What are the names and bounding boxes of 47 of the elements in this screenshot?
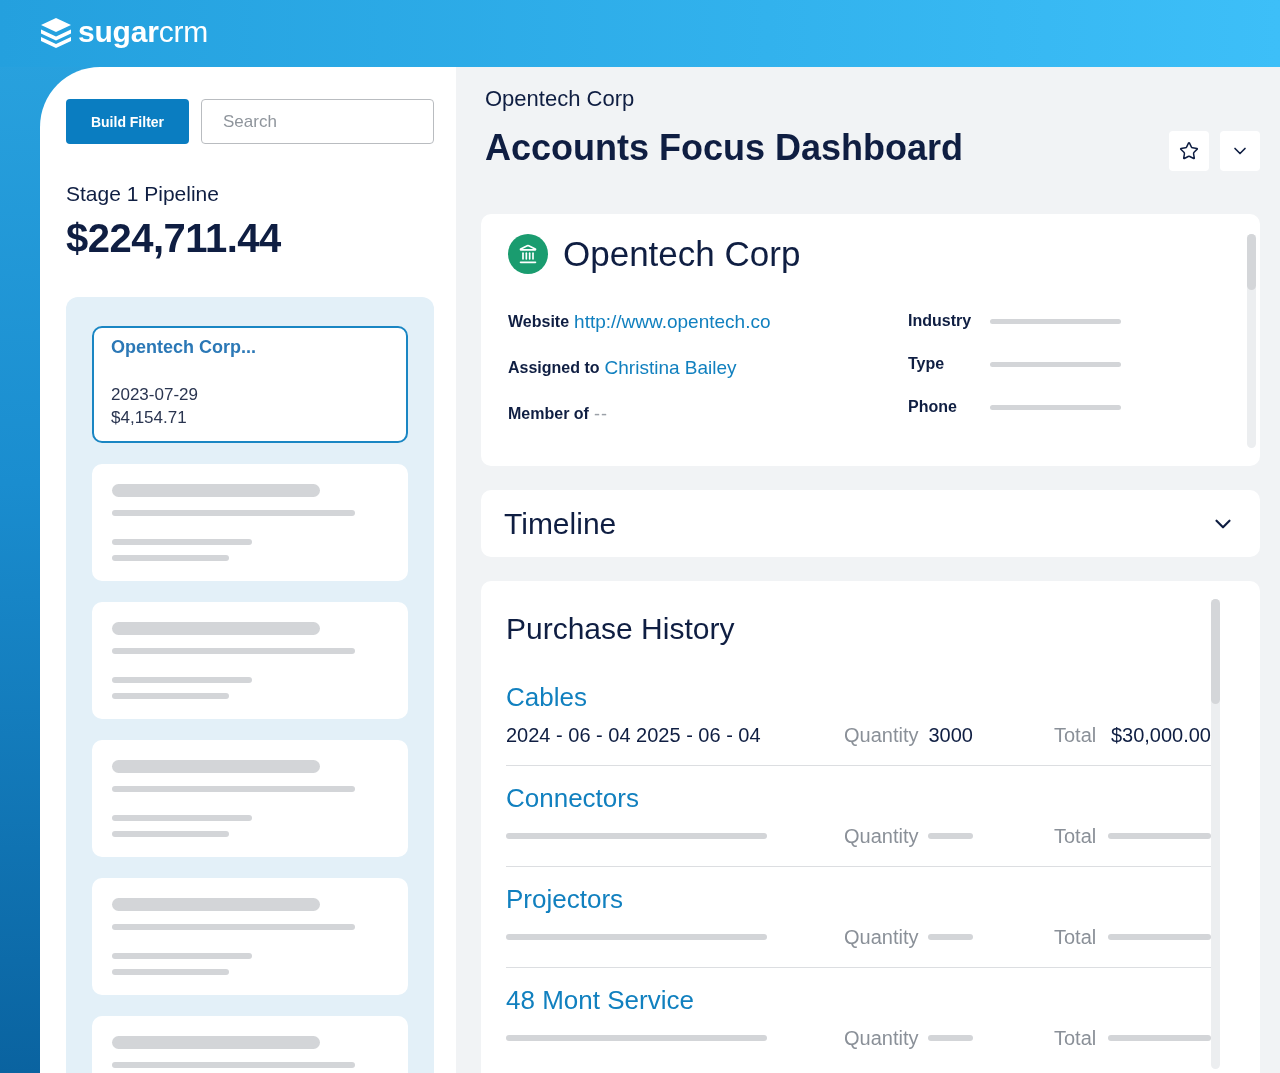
favorite-button[interactable] xyxy=(1169,131,1209,171)
page-title: Accounts Focus Dashboard xyxy=(485,128,964,168)
quantity-label: Quantity xyxy=(844,824,919,848)
record-date: 2023-07-29 xyxy=(111,385,198,405)
total-label: Total xyxy=(1054,1026,1097,1050)
total-label: Total xyxy=(1054,723,1097,747)
product-link[interactable]: 48 Mont Service xyxy=(506,984,694,1016)
record-title: Opentech Corp... xyxy=(111,336,256,358)
field-label: Phone xyxy=(908,397,958,417)
product-link[interactable]: Projectors xyxy=(506,883,624,915)
timeline-title: Timeline xyxy=(504,505,617,542)
record-card[interactable]: Opentech Corp... 2023-07-29 $4,154.71 xyxy=(92,326,408,443)
field-label: Assigned to xyxy=(508,358,600,378)
product-link[interactable]: Cables xyxy=(506,681,587,713)
quantity-value: 3000 xyxy=(928,723,973,747)
purchase-history-title: Purchase History xyxy=(506,611,736,647)
total-label: Total xyxy=(1054,824,1097,848)
field-link[interactable]: Christina Bailey xyxy=(604,356,737,380)
total-value: $30,000.00 xyxy=(1110,723,1211,747)
scrollbar-thumb[interactable] xyxy=(1211,599,1220,704)
placeholder-bar xyxy=(928,934,974,940)
build-filter-button[interactable]: Build Filter xyxy=(66,99,189,144)
placeholder-bar xyxy=(928,1035,974,1041)
search-field[interactable]: Search xyxy=(201,99,434,144)
quantity-label: Quantity xyxy=(844,1026,919,1050)
record-amount: $4,154.71 xyxy=(111,408,187,428)
pipeline-amount: $224,711.44 xyxy=(66,215,282,261)
quantity-label: Quantity xyxy=(844,925,919,949)
scrollbar-thumb[interactable] xyxy=(1247,234,1256,290)
product-link[interactable]: Connectors xyxy=(506,782,639,814)
logo-text: sugarcrm xyxy=(78,14,209,49)
date-range: 2024 - 06 - 04 2025 - 06 - 04 xyxy=(506,724,761,746)
field-label: Member of xyxy=(508,404,589,424)
field-link[interactable]: http://www.opentech.co xyxy=(574,310,771,334)
account-name: Opentech Corp xyxy=(563,234,801,274)
bank-icon xyxy=(508,234,548,274)
stacked-layers-icon xyxy=(40,17,72,48)
field-label: Industry xyxy=(908,311,973,331)
field-label: Website xyxy=(508,312,570,332)
breadcrumb: Opentech Corp xyxy=(484,87,636,111)
total-label: Total xyxy=(1054,925,1097,949)
pipeline-title: Stage 1 Pipeline xyxy=(66,182,220,206)
dropdown-button[interactable] xyxy=(1220,131,1260,171)
quantity-label: Quantity xyxy=(844,723,919,747)
empty-dash: -- xyxy=(593,403,608,426)
field-label: Type xyxy=(908,354,946,374)
placeholder-bar xyxy=(928,833,974,839)
